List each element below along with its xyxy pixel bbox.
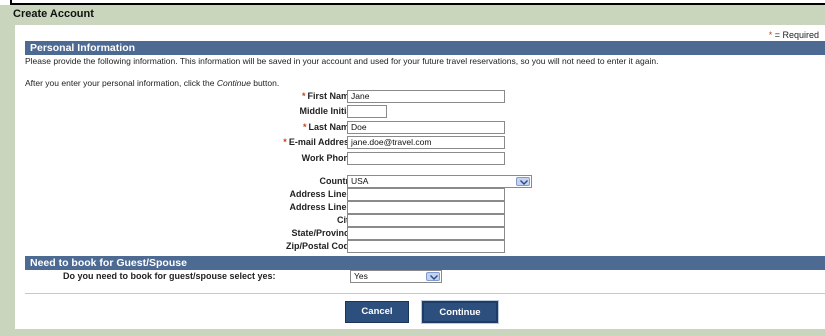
- work-phone-input[interactable]: [347, 152, 505, 165]
- guest-question: Do you need to book for guest/spouse sel…: [63, 271, 276, 281]
- guest-select[interactable]: Yes: [350, 270, 442, 283]
- continue-button[interactable]: Continue: [421, 300, 499, 324]
- state-row: State/Province:: [25, 227, 825, 240]
- intro-instruction: After you enter your personal informatio…: [25, 78, 279, 88]
- personal-info-header: Personal Information: [25, 41, 825, 55]
- intro-instruction-suffix: button.: [250, 78, 280, 88]
- middle-initial-row: Middle Initial:: [25, 105, 825, 118]
- required-note: * = Required: [769, 30, 819, 40]
- country-row: Country: USA: [25, 175, 825, 188]
- city-row: City:: [25, 214, 825, 227]
- required-note-text: = Required: [772, 30, 819, 40]
- required-star: *: [283, 137, 287, 147]
- cancel-button[interactable]: Cancel: [345, 301, 409, 323]
- first-name-input[interactable]: Jane: [347, 90, 505, 103]
- work-phone-row: Work Phone:: [25, 152, 825, 165]
- email-row: * E-mail Address: jane.doe@travel.com: [25, 136, 825, 149]
- first-name-row: * First Name: Jane: [25, 90, 825, 103]
- state-input[interactable]: [347, 227, 505, 240]
- city-input[interactable]: [347, 214, 505, 227]
- guest-spouse-header: Need to book for Guest/Spouse: [25, 256, 825, 270]
- guest-select-value: Yes: [354, 271, 368, 281]
- chevron-down-icon[interactable]: [516, 177, 530, 186]
- form-panel: * = Required Personal Information Please…: [15, 25, 825, 329]
- divider: [25, 293, 825, 294]
- required-star: *: [301, 91, 306, 101]
- zip-input[interactable]: [347, 240, 505, 253]
- middle-initial-input[interactable]: [347, 105, 387, 118]
- country-select-value: USA: [351, 176, 369, 186]
- address-line-1-row: Address Line 1:: [25, 188, 825, 201]
- last-name-input[interactable]: Doe: [347, 121, 505, 134]
- last-name-row: * Last Name: Doe: [25, 121, 825, 134]
- zip-row: Zip/Postal Code:: [25, 240, 825, 253]
- chevron-down-icon[interactable]: [426, 272, 440, 281]
- email-input[interactable]: jane.doe@travel.com: [347, 136, 505, 149]
- intro-text: Please provide the following information…: [25, 56, 659, 66]
- address-line-1-input[interactable]: [347, 188, 505, 201]
- intro-instruction-prefix: After you enter your personal informatio…: [25, 78, 217, 88]
- address-line-2-input[interactable]: [347, 201, 505, 214]
- page-title: Create Account: [13, 8, 94, 20]
- page-frame: Create Account * = Required Personal Inf…: [0, 5, 825, 336]
- email-label: * E-mail Address:: [283, 137, 357, 147]
- required-star: *: [302, 122, 307, 132]
- intro-instruction-emphasis: Continue: [216, 78, 251, 88]
- address-line-2-row: Address Line 2:: [25, 201, 825, 214]
- country-select[interactable]: USA: [347, 175, 532, 188]
